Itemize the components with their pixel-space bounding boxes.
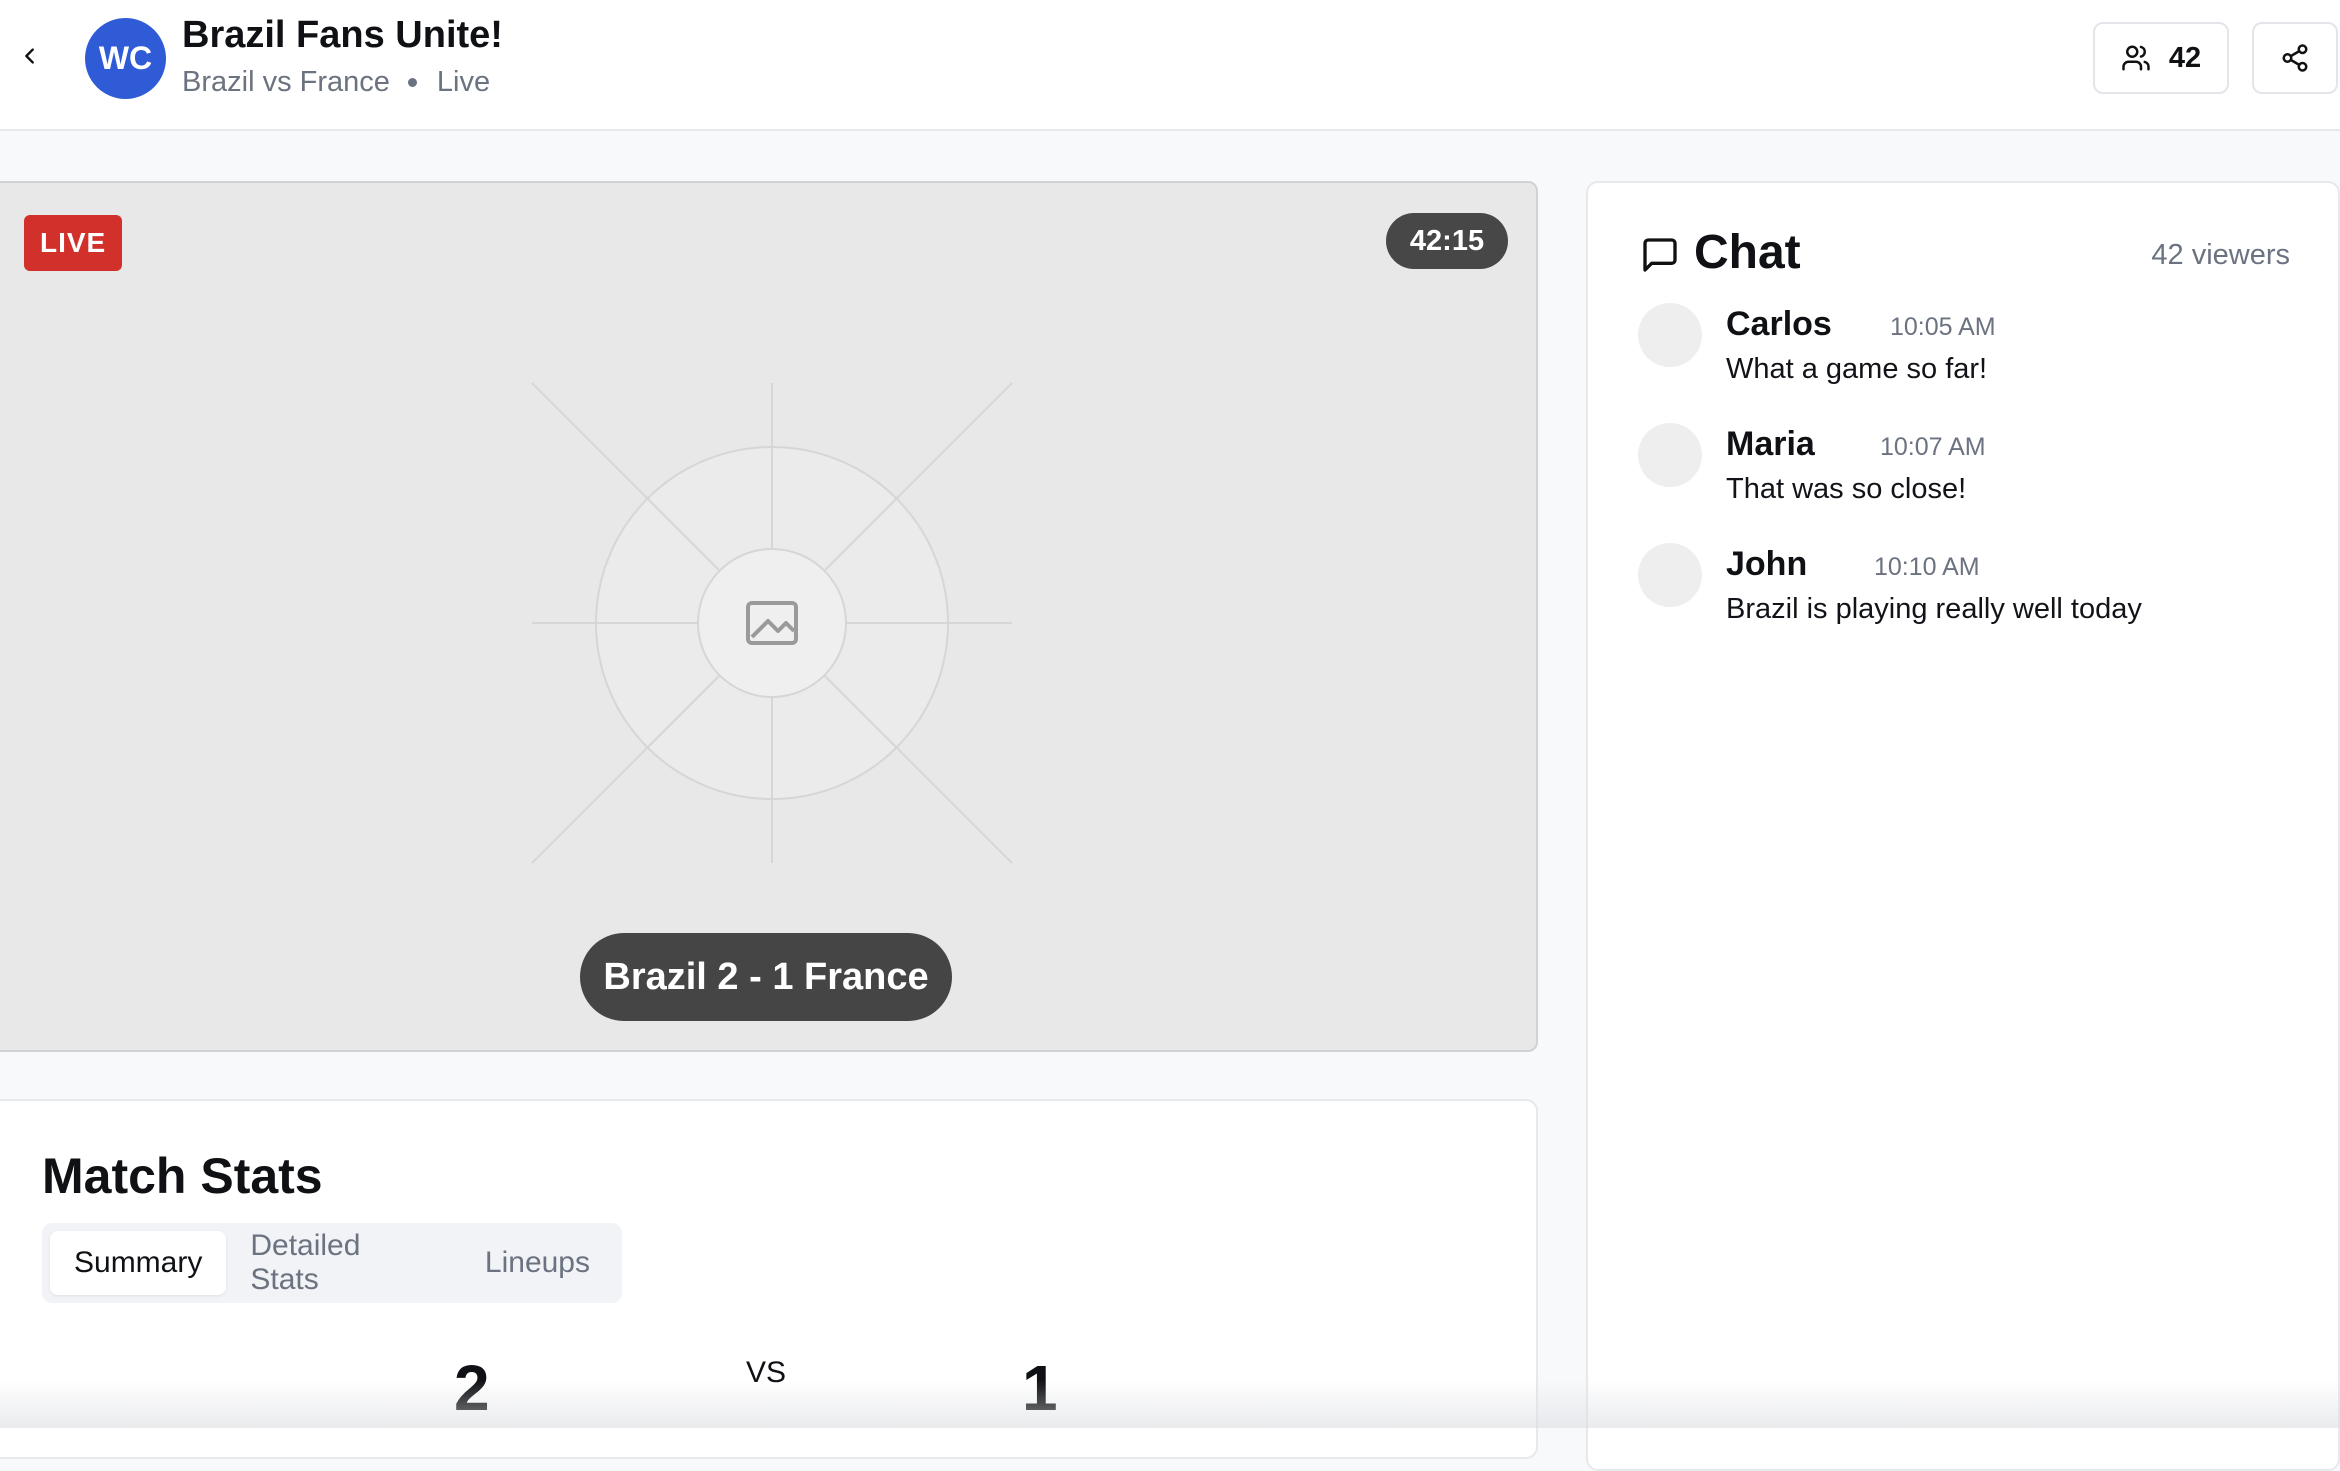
message-author: John	[1726, 545, 1808, 583]
message-text: Brazil is playing really well today	[1726, 593, 2142, 625]
tab-lineups[interactable]: Lineups	[461, 1231, 614, 1295]
chat-viewer-count: 42 viewers	[2151, 239, 2290, 271]
share-button[interactable]	[2252, 22, 2338, 94]
message-time: 10:10 AM	[1874, 553, 1980, 581]
chat-message: Carlos 10:05 AM What a game so far!	[1638, 303, 2318, 413]
group-avatar: WC	[85, 18, 166, 99]
message-time: 10:05 AM	[1890, 313, 1996, 341]
group-title: Brazil Fans Unite!	[182, 14, 503, 56]
match-timer: 42:15	[1386, 213, 1508, 269]
share-icon	[2282, 44, 2308, 72]
match-name: Brazil vs France	[182, 66, 390, 98]
chevron-left-icon	[25, 48, 34, 64]
avatar	[1638, 303, 1702, 367]
video-player[interactable]: LIVE 42:15 Brazil 2 - 1 France	[0, 181, 1538, 1052]
match-subtitle: Brazil vs France Live	[182, 66, 490, 99]
chat-message: John 10:10 AM Brazil is playing really w…	[1638, 543, 2318, 653]
message-square-icon	[1643, 238, 1677, 272]
match-stats-card: Match Stats Summary Detailed Stats Lineu…	[0, 1099, 1538, 1459]
away-score: 1	[1022, 1352, 1058, 1424]
avatar	[1638, 543, 1702, 607]
separator-dot	[407, 78, 417, 87]
home-score: 2	[454, 1352, 490, 1424]
back-button[interactable]	[14, 40, 46, 72]
viewer-count: 42	[2168, 41, 2202, 74]
tab-summary[interactable]: Summary	[50, 1231, 227, 1295]
chat-message: Maria 10:07 AM That was so close!	[1638, 423, 2318, 533]
stats-tabs: Summary Detailed Stats Lineups	[42, 1223, 622, 1303]
match-status: Live	[436, 66, 491, 98]
image-placeholder-icon	[531, 382, 1013, 864]
live-badge: LIVE	[24, 215, 123, 271]
message-text: What a game so far!	[1726, 353, 1988, 385]
top-header: WC Brazil Fans Unite! Brazil vs France L…	[0, 0, 2340, 131]
chat-title: Chat	[1694, 226, 1801, 279]
message-author: Carlos	[1726, 305, 1832, 343]
match-stats-title: Match Stats	[42, 1148, 323, 1204]
message-text: That was so close!	[1726, 473, 1967, 505]
score-overlay: Brazil 2 - 1 France	[580, 933, 952, 1021]
viewers-button[interactable]: 42	[2093, 22, 2229, 94]
avatar	[1638, 423, 1702, 487]
chat-panel: Chat 42 viewers Carlos 10:05 AM What a g…	[1586, 181, 2340, 1471]
users-icon	[2122, 45, 2150, 71]
message-author: Maria	[1726, 425, 1815, 463]
message-time: 10:07 AM	[1880, 433, 1986, 461]
tab-detailed-stats[interactable]: Detailed Stats	[226, 1229, 461, 1296]
vs-label: VS	[746, 1356, 787, 1389]
